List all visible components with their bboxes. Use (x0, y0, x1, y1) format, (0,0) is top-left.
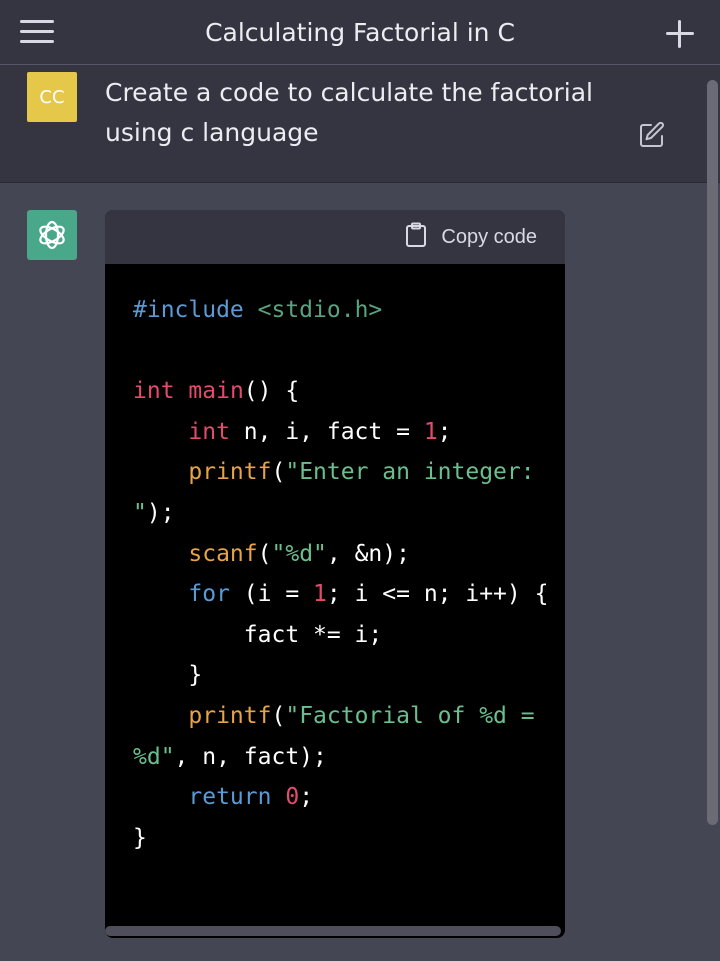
clipboard-icon (405, 222, 427, 253)
top-bar: Calculating Factorial in C (0, 0, 720, 65)
code-content: #include <stdio.h> int main() { int n, i… (133, 297, 549, 851)
new-chat-plus-icon[interactable] (664, 18, 696, 50)
copy-code-button[interactable]: Copy code (405, 222, 537, 252)
conversation-title: Calculating Factorial in C (205, 18, 515, 47)
horizontal-scrollbar[interactable] (105, 926, 561, 936)
edit-icon[interactable] (638, 121, 666, 149)
code-block: Copy code #include <stdio.h> int main() … (105, 210, 565, 938)
code-block-header: Copy code (105, 210, 565, 264)
user-message-row: CC Create a code to calculate the factor… (0, 65, 720, 183)
openai-logo-icon (27, 210, 77, 260)
user-avatar: CC (27, 72, 77, 122)
copy-code-label: Copy code (441, 225, 537, 248)
vertical-scrollbar[interactable] (707, 80, 718, 825)
user-message-text: Create a code to calculate the factorial… (105, 78, 593, 147)
